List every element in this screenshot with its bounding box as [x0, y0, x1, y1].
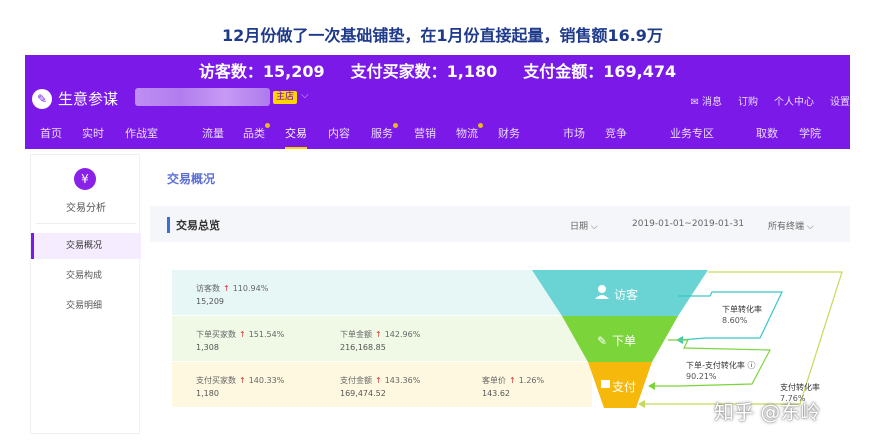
hammer-icon: ✎	[597, 334, 607, 348]
rate-order-pay: 下单-支付转化率 ⓘ 90.21%	[686, 361, 756, 381]
user-icon	[598, 285, 606, 293]
funnel-pay-label: 支付	[612, 380, 636, 394]
pay-icon	[601, 380, 610, 388]
watermark: 知乎 @东岭	[714, 400, 821, 424]
rate-visit-order: 下单转化率 8.60%	[722, 305, 762, 325]
funnel-visit-label: 访客	[614, 287, 638, 302]
funnel-order-label: 下单	[612, 334, 636, 348]
info-icon[interactable]: ⓘ	[747, 361, 755, 370]
